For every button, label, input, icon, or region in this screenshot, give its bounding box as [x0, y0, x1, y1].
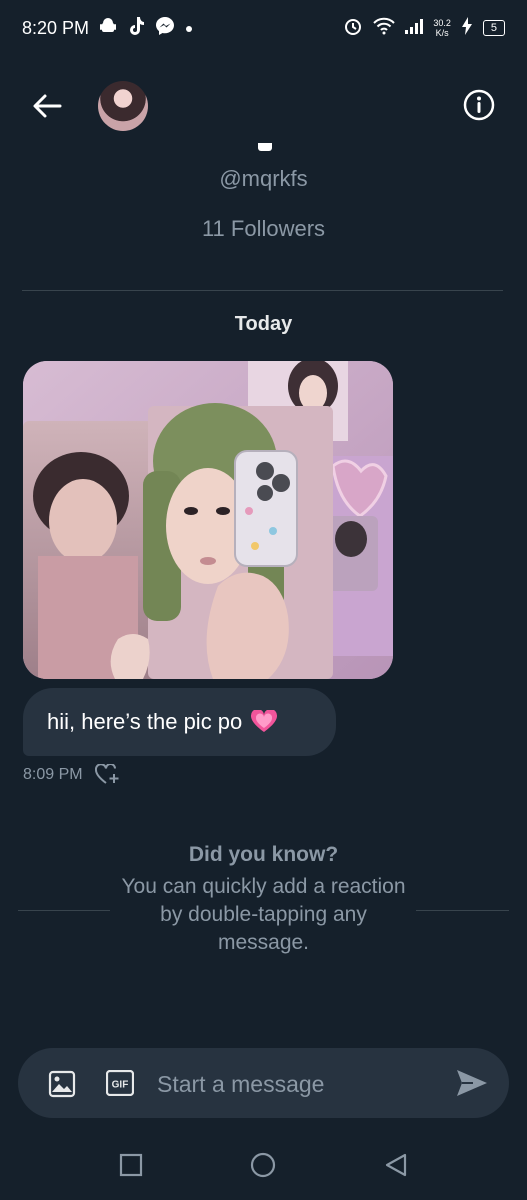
- avatar[interactable]: [98, 81, 148, 131]
- info-icon[interactable]: [462, 88, 496, 122]
- nav-back-icon[interactable]: [383, 1152, 409, 1178]
- messenger-icon: [155, 16, 175, 40]
- recent-apps-icon[interactable]: [119, 1153, 143, 1177]
- gif-label: GIF: [112, 1080, 129, 1091]
- home-icon[interactable]: [250, 1152, 276, 1178]
- heart-emoji: [250, 708, 278, 734]
- message-composer: GIF: [18, 1048, 509, 1118]
- status-bar-left: 8:20 PM: [22, 16, 193, 40]
- dot-icon: [185, 20, 193, 37]
- net-speed-unit: K/s: [435, 28, 449, 38]
- android-icon: [99, 17, 117, 39]
- status-time: 8:20 PM: [22, 17, 90, 38]
- alarm-icon: [343, 16, 363, 40]
- signal-icon: [405, 18, 424, 38]
- status-bar: 8:20 PM 30.2 K/s 5: [0, 0, 527, 56]
- photo-attachment[interactable]: [23, 361, 393, 679]
- send-icon[interactable]: [455, 1068, 489, 1098]
- date-separator: Today: [234, 313, 293, 335]
- display-name-fragment: [258, 143, 272, 151]
- tip-divider-left: [18, 910, 110, 911]
- image-icon[interactable]: [48, 1070, 76, 1098]
- back-arrow-icon[interactable]: [30, 91, 64, 121]
- conversation-header: [0, 75, 527, 137]
- message-text: hii, here’s the pic po: [47, 709, 243, 734]
- message-time: 8:09 PM: [23, 766, 83, 783]
- status-bar-right: 30.2 K/s 5: [343, 16, 505, 40]
- add-reaction-icon[interactable]: [94, 763, 121, 786]
- tip-divider-right: [416, 910, 509, 911]
- divider: [22, 290, 503, 291]
- net-speed: 30.2 K/s: [433, 18, 451, 38]
- charging-icon: [461, 17, 473, 39]
- gif-icon[interactable]: GIF: [105, 1069, 135, 1097]
- profile-handle[interactable]: @mqrkfs: [0, 166, 527, 192]
- message-bubble[interactable]: hii, here’s the pic po: [23, 688, 336, 756]
- tip-body: You can quickly add a reaction by double…: [121, 875, 406, 954]
- message-meta: 8:09 PM: [23, 763, 121, 787]
- tiktok-icon: [127, 16, 145, 40]
- net-speed-value: 30.2: [433, 18, 451, 28]
- message-input[interactable]: [155, 1066, 449, 1102]
- followers-count[interactable]: 11 Followers: [0, 216, 527, 242]
- wifi-icon: [373, 17, 396, 39]
- tip-title: Did you know?: [188, 843, 339, 866]
- system-nav-bar: [0, 1135, 527, 1195]
- photo-illustration: [23, 361, 393, 679]
- battery-icon: 5: [482, 20, 505, 36]
